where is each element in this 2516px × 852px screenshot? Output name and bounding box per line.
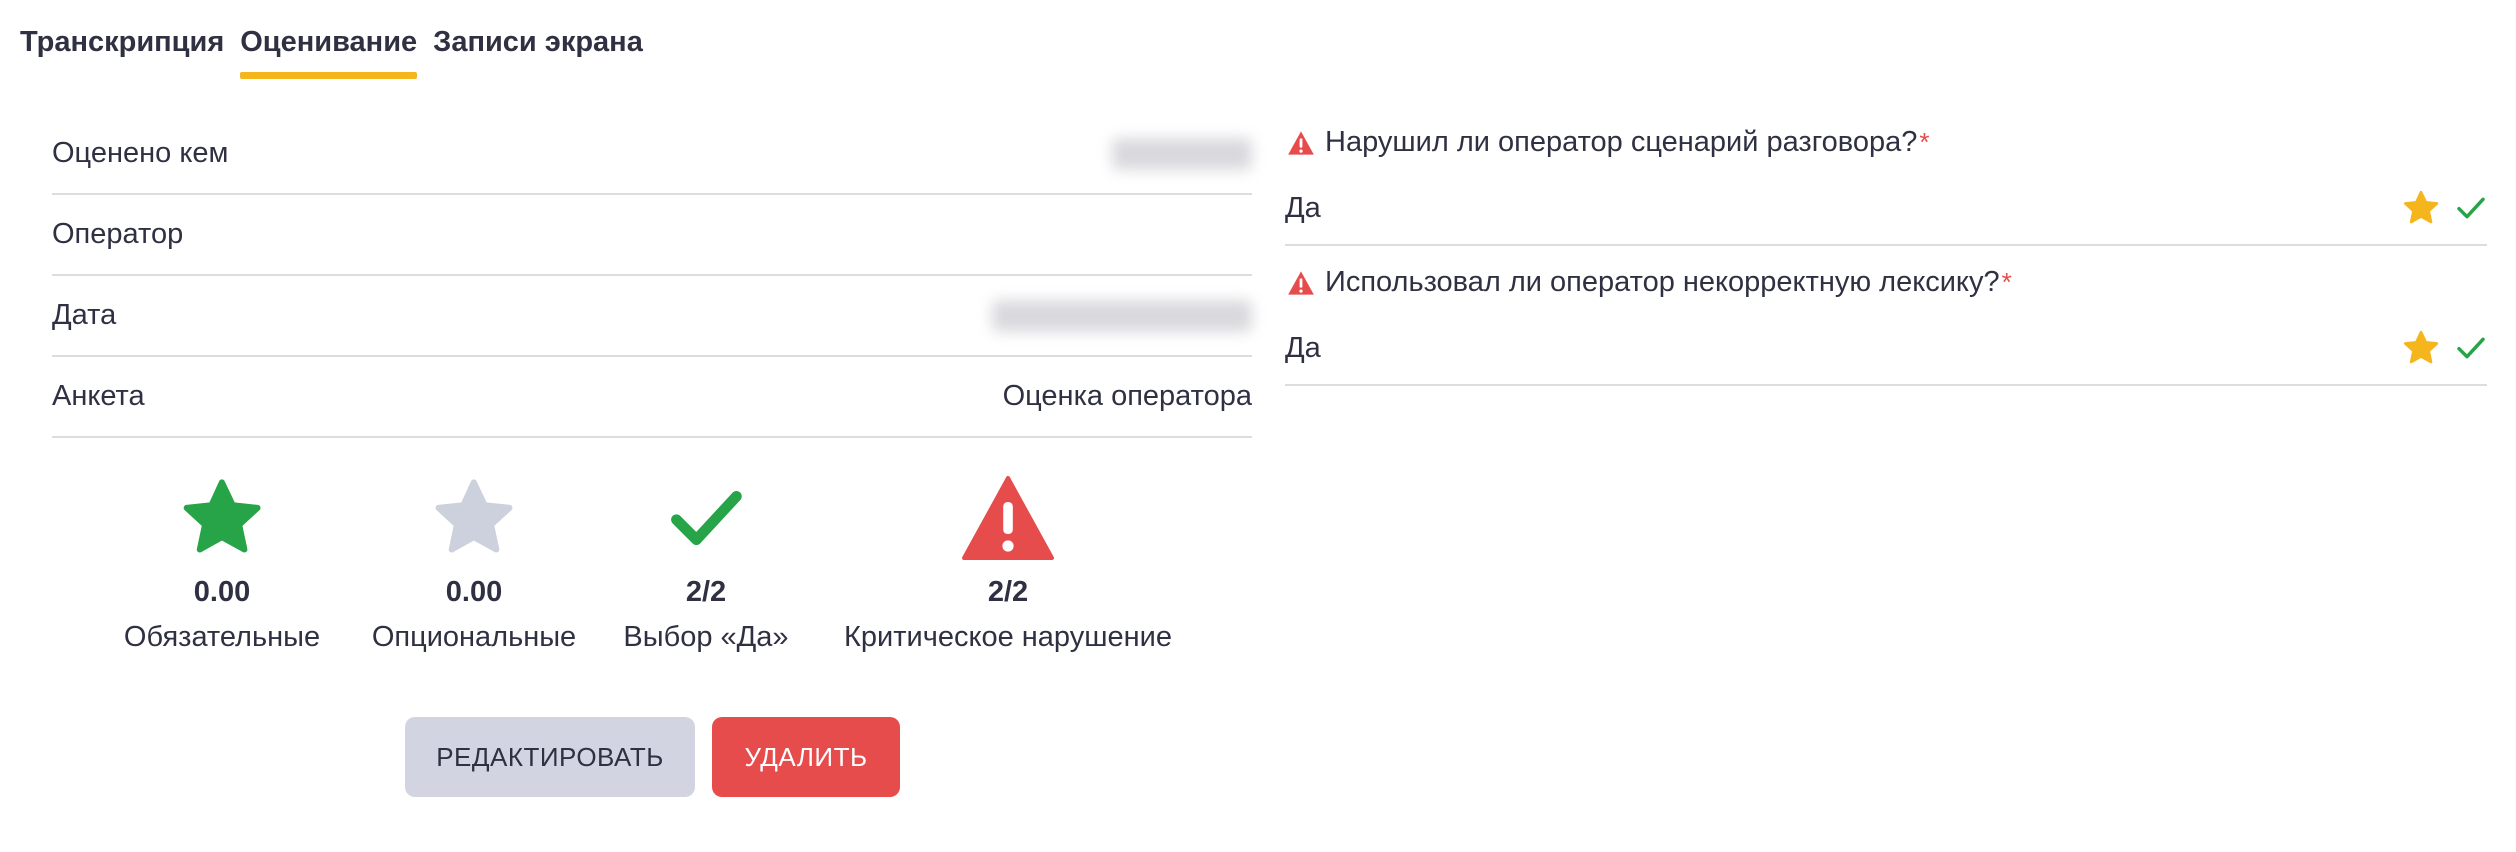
stat-value: 0.00: [445, 576, 503, 608]
date-value-redacted: [992, 299, 1252, 332]
warning-icon: [1288, 130, 1314, 155]
star-icon: [435, 479, 513, 553]
info-row-form: Анкета Оценка оператора: [52, 357, 1252, 438]
stat-yes-choice: 2/2 Выбор «Да»: [623, 470, 789, 654]
info-label: Оценено кем: [52, 137, 229, 169]
answer-icons: [2387, 328, 2487, 368]
questions-list: Нарушил ли оператор сценарий разговора? …: [1285, 110, 2487, 390]
question-text: Нарушил ли оператор сценарий разговора?: [1325, 126, 1918, 158]
question-title: Использовал ли оператор некорректную лек…: [1287, 266, 2012, 299]
info-label: Анкета: [52, 380, 145, 412]
stat-label: Выбор «Да»: [623, 621, 789, 653]
checkmark-icon: [2457, 197, 2485, 219]
warning-icon: [1288, 270, 1314, 295]
question-item: Нарушил ли оператор сценарий разговора? …: [1285, 110, 2487, 250]
answer-text: Да: [1285, 191, 1321, 224]
delete-button[interactable]: УДАЛИТЬ: [712, 717, 900, 797]
stat-critical-violation: 2/2 Критическое нарушение: [844, 470, 1172, 654]
required-mark: *: [1919, 127, 1930, 157]
info-label: Оператор: [52, 218, 184, 250]
question-answer: Да: [1285, 312, 2487, 386]
question-item: Использовал ли оператор некорректную лек…: [1285, 250, 2487, 390]
info-label: Дата: [52, 299, 117, 331]
question-text: Использовал ли оператор некорректную лек…: [1325, 266, 2000, 298]
stat-optional: 0.00 Опциональные: [372, 470, 576, 654]
form-value: Оценка оператора: [1002, 380, 1252, 412]
evaluation-stats: 0.00 Обязательные 0.00 Опциональные 2/2 …: [110, 470, 1260, 670]
stat-label: Критическое нарушение: [844, 621, 1172, 653]
stat-mandatory: 0.00 Обязательные: [124, 470, 320, 654]
info-row-date: Дата: [52, 276, 1252, 357]
tab-evaluation[interactable]: Оценивание: [240, 0, 417, 84]
tab-bar: Транскрипция Оценивание Записи экрана: [20, 0, 659, 84]
star-icon: [2404, 190, 2439, 224]
stat-value: 0.00: [193, 576, 251, 608]
stat-value: 2/2: [987, 576, 1029, 608]
star-icon: [183, 479, 261, 553]
info-row-operator: Оператор: [52, 195, 1252, 276]
evaluation-info: Оценено кем Оператор Дата Анкета Оценка …: [52, 114, 1252, 438]
tab-transcription[interactable]: Транскрипция: [20, 0, 224, 84]
stat-label: Опциональные: [371, 621, 577, 653]
star-icon: [2404, 330, 2439, 364]
stat-value: 2/2: [685, 576, 727, 608]
checkmark-icon: [2457, 337, 2485, 359]
stat-label: Обязательные: [123, 621, 321, 653]
checkmark-icon: [670, 491, 742, 545]
info-row-evaluated-by: Оценено кем: [52, 114, 1252, 195]
answer-text: Да: [1285, 331, 1321, 364]
answer-icons: [2387, 188, 2487, 228]
required-mark: *: [2001, 267, 2012, 297]
question-answer: Да: [1285, 172, 2487, 246]
tab-screen-recordings[interactable]: Записи экрана: [433, 0, 643, 84]
warning-icon: [961, 476, 1054, 560]
question-title: Нарушил ли оператор сценарий разговора? …: [1287, 126, 1930, 159]
evaluator-value-redacted: [1112, 137, 1252, 170]
edit-button[interactable]: РЕДАКТИРОВАТЬ: [405, 717, 695, 797]
